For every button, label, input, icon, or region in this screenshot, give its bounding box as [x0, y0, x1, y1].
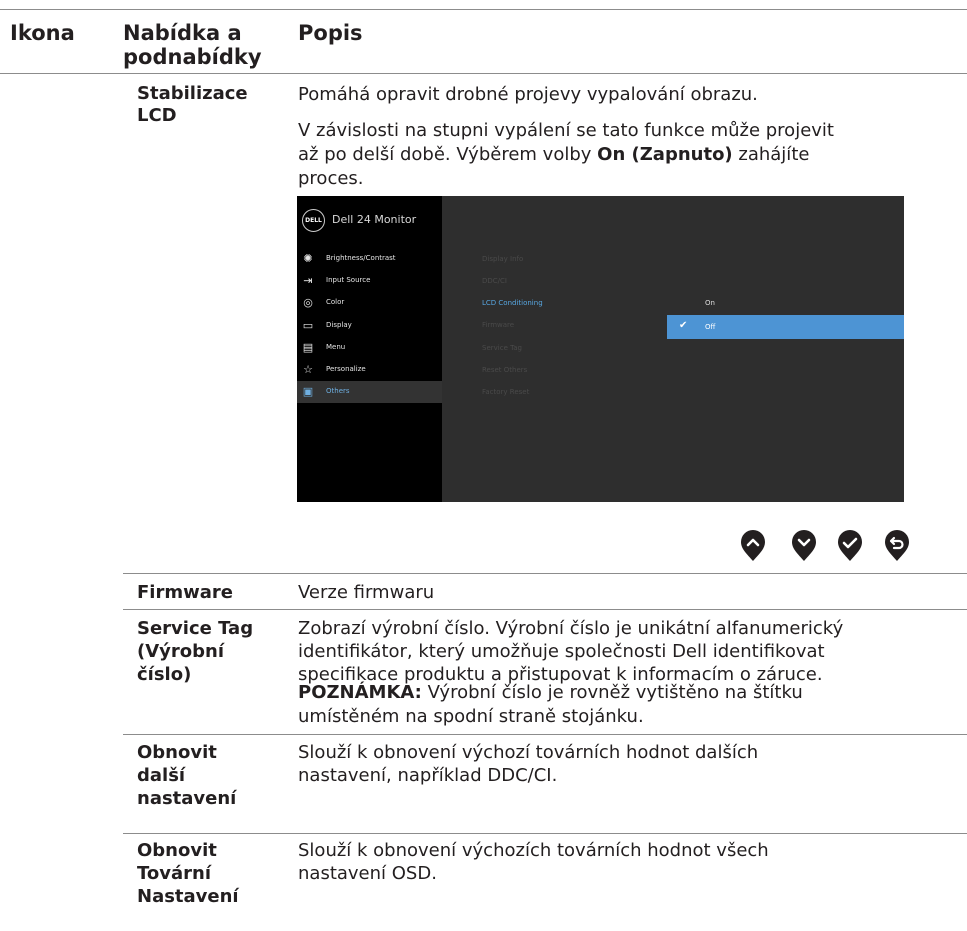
- row-rule-service-tag: [123, 609, 967, 610]
- osd-menu-color[interactable]: ◎ Color: [297, 292, 442, 314]
- osd-option-label: On: [705, 299, 715, 307]
- osd-sub-lcd-conditioning[interactable]: LCD Conditioning: [482, 299, 543, 307]
- brightness-icon: ✺: [303, 251, 313, 265]
- service-tag-note-line1: POZNÁMKA: Výrobní číslo je rovněž vytišt…: [298, 681, 803, 704]
- check-icon: [838, 530, 862, 561]
- header-menu-column-line2: podnabídky: [123, 45, 262, 69]
- service-tag-name-line1: Service Tag: [137, 618, 254, 639]
- display-icon: ▭: [302, 318, 314, 332]
- firmware-desc: Verze firmwaru: [298, 582, 435, 603]
- osd-sub-factory-reset[interactable]: Factory Reset: [482, 388, 529, 396]
- back-icon: [885, 530, 909, 561]
- down-icon: [792, 530, 816, 561]
- osd-menu-label: Input Source: [326, 276, 371, 284]
- lcd-desc-text-end: zahájíte: [732, 144, 810, 165]
- factory-reset-desc-line1: Slouží k obnovení výchozích továrních ho…: [298, 840, 769, 861]
- factory-reset-desc-line2: nastavení OSD.: [298, 863, 437, 884]
- star-icon: ☆: [303, 362, 313, 376]
- lcd-desc-bold-option: On (Zapnuto): [597, 144, 733, 165]
- checkmark-icon: ✔: [679, 320, 688, 331]
- menu-icon: ▤: [302, 340, 314, 354]
- header-rule: [0, 73, 967, 74]
- osd-option-on[interactable]: On: [667, 291, 904, 315]
- osd-model-name: Dell 24 Monitor: [332, 213, 417, 226]
- row-rule-firmware: [123, 573, 967, 574]
- osd-sub-display-info[interactable]: Display Info: [482, 255, 523, 263]
- osd-sub-reset-others[interactable]: Reset Others: [482, 366, 527, 374]
- osd-menu-personalize[interactable]: ☆ Personalize: [297, 359, 442, 381]
- reset-others-desc-line1: Slouží k obnovení výchozí továrních hodn…: [298, 742, 759, 763]
- others-icon: ▣: [302, 384, 314, 398]
- osd-sub-firmware[interactable]: Firmware: [482, 321, 514, 329]
- service-tag-desc-line1: Zobrazí výrobní číslo. Výrobní číslo je …: [298, 618, 844, 639]
- reset-others-desc-line2: nastavení, například DDC/CI.: [298, 765, 558, 786]
- lcd-conditioning-desc2-line3: proces.: [298, 168, 364, 189]
- osd-menu-label: Others: [326, 387, 350, 395]
- lcd-conditioning-name-line2: LCD: [137, 105, 177, 126]
- osd-menu-brightness[interactable]: ✺ Brightness/Contrast: [297, 248, 442, 270]
- osd-menu-label: Display: [326, 321, 352, 329]
- top-rule: [0, 9, 967, 10]
- note-text: Výrobní číslo je rovněž vytištěno na ští…: [421, 682, 803, 703]
- service-tag-note-line2: umístěném na spodní straně stojánku.: [298, 706, 644, 727]
- service-tag-desc-line2: identifikátor, který umožňuje společnost…: [298, 641, 825, 662]
- reset-others-name-line3: nastavení: [137, 788, 237, 809]
- input-source-icon: ⇥: [303, 273, 313, 287]
- header-menu-column-line1: Nabídka a: [123, 21, 242, 45]
- row-rule-factory-reset: [123, 833, 967, 834]
- header-icon-column: Ikona: [10, 21, 75, 45]
- reset-others-name-line2: další: [137, 765, 186, 786]
- lcd-conditioning-desc1: Pomáhá opravit drobné projevy vypalování…: [298, 84, 758, 105]
- osd-option-off[interactable]: ✔ Off: [667, 315, 904, 339]
- osd-menu-display[interactable]: ▭ Display: [297, 315, 442, 337]
- lcd-conditioning-name-line1: Stabilizace: [137, 83, 248, 104]
- osd-menu-label: Personalize: [326, 365, 366, 373]
- lcd-conditioning-desc2-line2: až po delší době. Výběrem volby On (Zapn…: [298, 143, 809, 166]
- osd-menu-menu[interactable]: ▤ Menu: [297, 337, 442, 359]
- dell-logo: DELL: [302, 209, 325, 232]
- osd-menu-input-source[interactable]: ⇥ Input Source: [297, 270, 442, 292]
- osd-sub-service-tag[interactable]: Service Tag: [482, 344, 522, 352]
- up-icon: [741, 530, 765, 561]
- osd-screenshot: DELL Dell 24 Monitor ✺ Brightness/Contra…: [297, 196, 904, 502]
- lcd-conditioning-desc2-line1: V závislosti na stupni vypálení se tato …: [298, 120, 834, 141]
- firmware-name: Firmware: [137, 582, 233, 603]
- osd-menu-others[interactable]: ▣ Others: [297, 381, 442, 403]
- color-palette-icon: ◎: [303, 295, 313, 309]
- factory-reset-name-line3: Nastavení: [137, 886, 239, 907]
- osd-menu-label: Color: [326, 298, 345, 306]
- header-description-column: Popis: [298, 21, 363, 45]
- osd-sub-ddc-ci[interactable]: DDC/CI: [482, 277, 507, 285]
- factory-reset-name-line2: Tovární: [137, 863, 211, 884]
- note-label: POZNÁMKA:: [298, 682, 422, 703]
- lcd-desc-text: až po delší době. Výběrem volby: [298, 144, 598, 165]
- osd-menu-label: Brightness/Contrast: [326, 254, 396, 262]
- osd-main-menu: DELL Dell 24 Monitor ✺ Brightness/Contra…: [297, 196, 442, 502]
- service-tag-name-line3: číslo): [137, 664, 192, 685]
- service-tag-name-line2: (Výrobní: [137, 641, 225, 662]
- row-rule-reset-others: [123, 734, 967, 735]
- osd-menu-label: Menu: [326, 343, 346, 351]
- factory-reset-name-line1: Obnovit: [137, 840, 217, 861]
- osd-option-label: Off: [705, 323, 716, 331]
- reset-others-name-line1: Obnovit: [137, 742, 217, 763]
